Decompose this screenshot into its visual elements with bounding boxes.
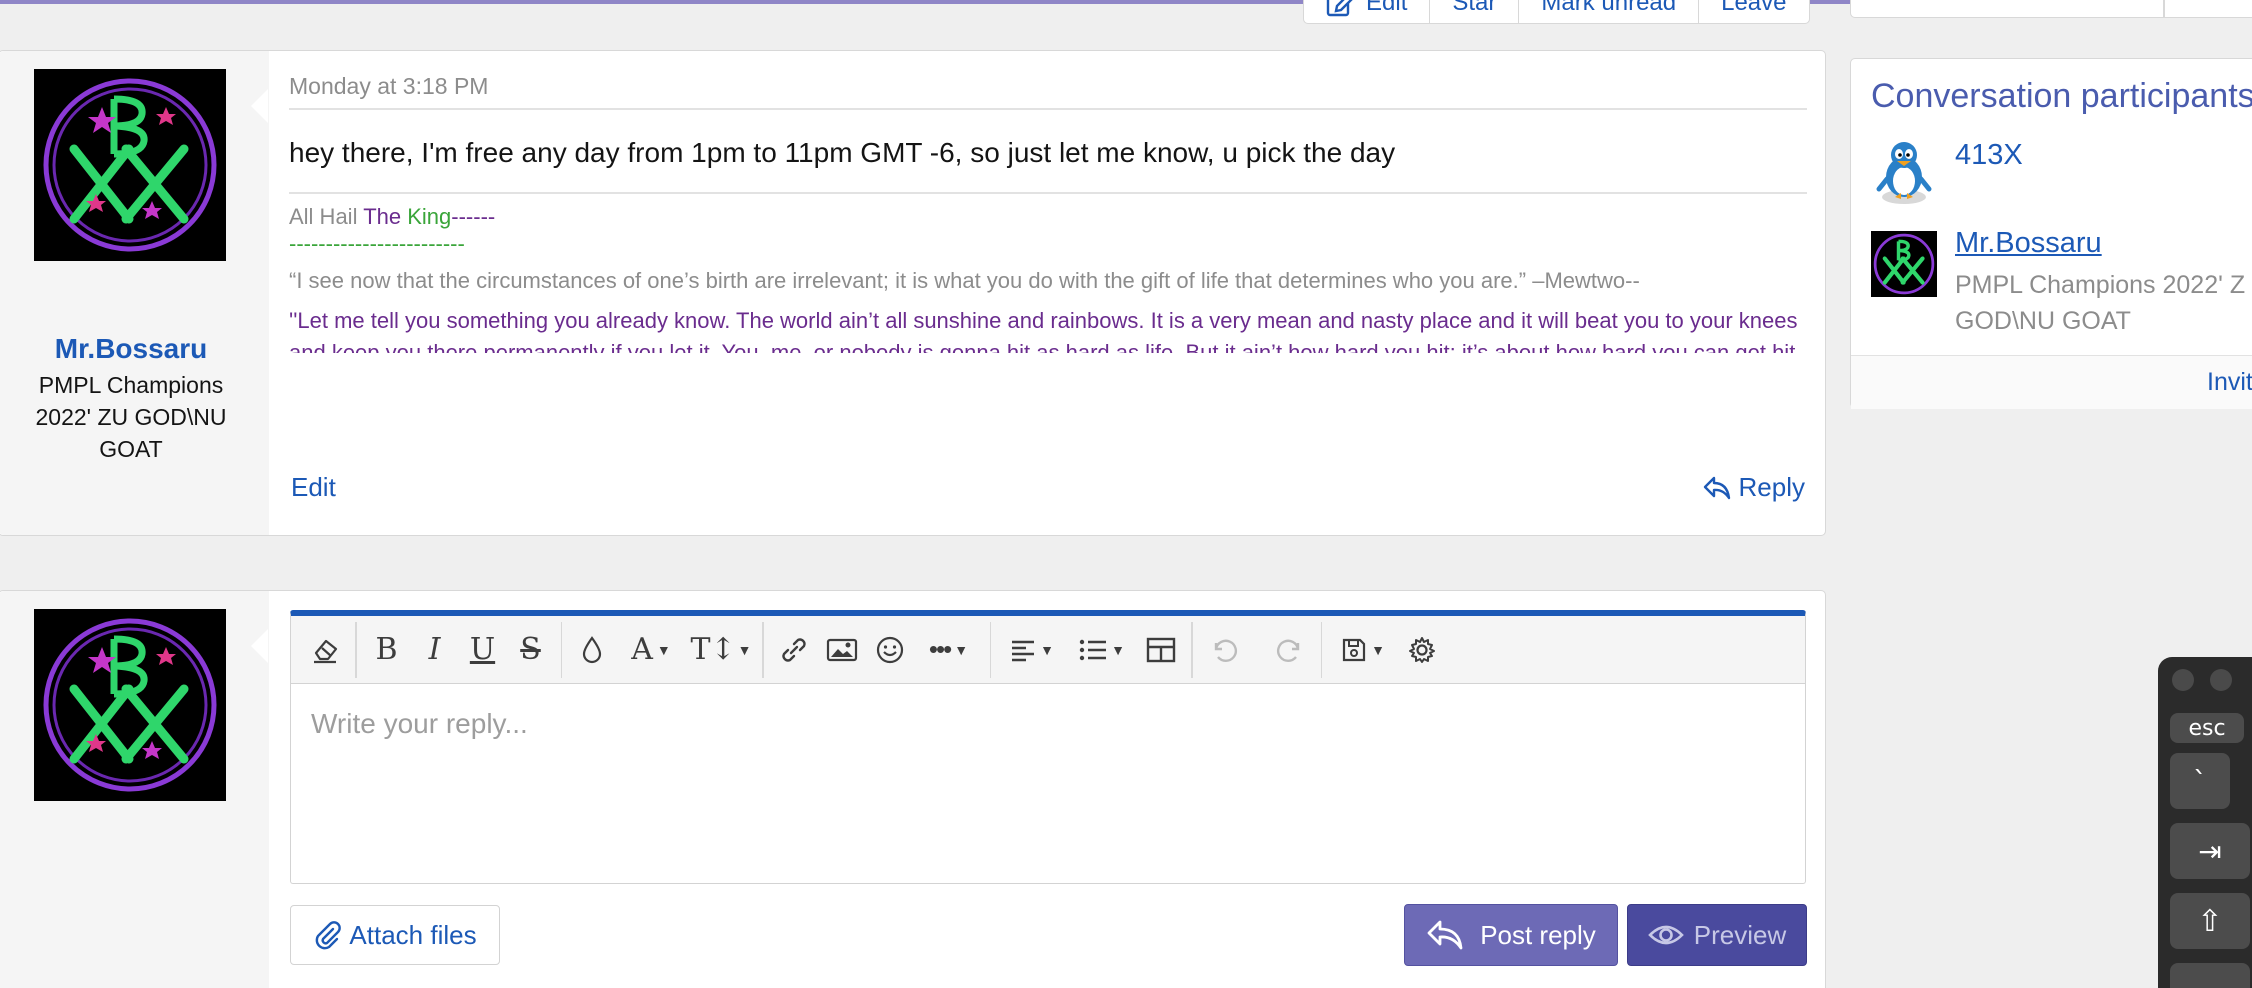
esc-key[interactable]: esc [2170, 713, 2244, 743]
underline-icon[interactable]: U [459, 626, 507, 674]
avatar[interactable] [34, 69, 226, 261]
link-icon[interactable] [770, 626, 818, 674]
participant-title: GOD\NU GOAT [1955, 307, 2131, 335]
image-icon[interactable] [818, 626, 866, 674]
undo-icon[interactable] [1199, 626, 1247, 674]
sig-text: All Hail [289, 204, 364, 229]
reply-link[interactable]: Reply [1703, 472, 1805, 503]
mark-unread-button[interactable]: Mark unread [1518, 0, 1698, 23]
eraser-icon[interactable] [301, 626, 349, 674]
reply-label: Reply [1738, 472, 1805, 502]
attach-files-button[interactable]: Attach files [290, 905, 500, 965]
star-button[interactable]: Star [1429, 0, 1518, 23]
signature-line1: All Hail The King------ [289, 201, 1809, 233]
edit-icon [1326, 0, 1353, 17]
participants-title: Conversation participants [1871, 77, 2252, 115]
avatar-logo-icon [34, 69, 226, 261]
toolbar-separator [989, 621, 991, 678]
preview-label: Preview [1693, 919, 1787, 950]
reply-icon [1427, 920, 1463, 950]
participant-name-link[interactable]: Mr.Bossaru [1955, 227, 2102, 260]
settings-icon[interactable] [1398, 626, 1446, 674]
save-draft-icon[interactable]: ▼ [1328, 626, 1398, 674]
toolbar-separator [355, 621, 357, 678]
toolbar-separator [762, 621, 764, 678]
signature-quote: “I see now that the circumstances of one… [289, 268, 1640, 293]
user-title: PMPL Champions 2022' ZU GOD\NU GOAT [35, 372, 227, 462]
smiley-icon[interactable] [866, 626, 914, 674]
reply-icon [1703, 476, 1730, 499]
message-date[interactable]: Monday at 3:18 PM [289, 73, 488, 100]
editor-placeholder: Write your reply... [311, 708, 528, 739]
conversation-actions: Edit Star Mark unread Leave [1303, 0, 1810, 24]
leave-button[interactable]: Leave [1698, 0, 1808, 23]
eye-icon [1647, 925, 1684, 945]
edit-message-link[interactable]: Edit [291, 472, 336, 503]
signature-line2: ------------------------ [289, 231, 465, 256]
table-icon[interactable] [1137, 626, 1185, 674]
sig-text: The [363, 204, 408, 229]
avatar-logo-icon [1871, 231, 1937, 297]
bold-icon[interactable]: B [363, 626, 411, 674]
backtick-key[interactable]: ` [2170, 753, 2230, 809]
font-family-icon[interactable]: A ▼ [616, 626, 686, 674]
divider [289, 192, 1807, 194]
message-user-column: Mr.Bossaru PMPL Champions 2022' ZU GOD\N… [0, 51, 269, 535]
reply-text-area[interactable]: Write your reply... [291, 684, 1805, 764]
avatar [34, 609, 226, 801]
penguin-avatar-icon [1876, 142, 1932, 204]
invite-link[interactable]: Invit [2207, 368, 2252, 397]
editor-toolbar: B I U S A ▼ T↕ ▼ ••• ▼ ▼ ▼ ▼ [291, 616, 1805, 684]
invite-footer: Invit [1851, 355, 2252, 409]
mark-unread-label: Mark unread [1541, 0, 1677, 16]
avatar[interactable] [1871, 231, 1937, 297]
divider [289, 108, 1807, 110]
paperclip-icon [316, 921, 342, 950]
window-control-dot[interactable] [2172, 669, 2194, 691]
shift-key[interactable]: ⇧ [2170, 893, 2250, 949]
message-pointer [251, 627, 270, 665]
avatar[interactable] [1871, 139, 1937, 205]
edit-conversation-button[interactable]: Edit [1304, 0, 1429, 23]
toolbar-separator [560, 621, 562, 678]
username-link[interactable]: Mr.Bossaru [0, 333, 263, 365]
italic-icon[interactable]: I [411, 626, 459, 674]
preview-button[interactable]: Preview [1627, 904, 1807, 966]
post-reply-label: Post reply [1480, 919, 1596, 950]
signature-quote: ''Let me tell you something you already … [289, 308, 1802, 353]
font-size-icon[interactable]: T↕ ▼ [686, 626, 756, 674]
list-icon[interactable]: ▼ [1067, 626, 1137, 674]
sig-text: ------ [451, 204, 496, 229]
message-pointer [251, 87, 270, 125]
edit-conversation-label: Edit [1366, 0, 1408, 16]
participant-name-link[interactable]: 413X [1955, 139, 2023, 172]
strikethrough-icon[interactable]: S [507, 626, 555, 674]
conversation-message: Mr.Bossaru PMPL Champions 2022' ZU GOD\N… [0, 50, 1826, 536]
message-body: hey there, I'm free any day from 1pm to … [289, 137, 1396, 168]
tab-key[interactable]: ⇥ [2170, 823, 2250, 879]
on-screen-keyboard: esc ` ⇥ ⇧ [2158, 657, 2252, 988]
message-signature: All Hail The King------ ----------------… [289, 201, 1809, 353]
redo-icon[interactable] [1267, 626, 1315, 674]
align-icon[interactable]: ▼ [997, 626, 1067, 674]
sig-text: King [407, 204, 452, 229]
avatar-logo-icon [34, 609, 226, 801]
reply-editor: B I U S A ▼ T↕ ▼ ••• ▼ ▼ ▼ ▼ Write your … [290, 610, 1806, 884]
post-reply-button[interactable]: Post reply [1404, 904, 1618, 966]
more-icon[interactable]: ••• ▼ [914, 626, 984, 674]
conversation-participants-block: Conversation participants 413X Mr.Bossar… [1850, 58, 2252, 409]
star-label: Star [1452, 0, 1497, 16]
window-control-dot[interactable] [2210, 669, 2232, 691]
participant-title: PMPL Champions 2022' Z [1955, 271, 2246, 299]
attach-files-label: Attach files [349, 919, 477, 950]
reply-user-column [0, 591, 269, 988]
color-drop-icon[interactable] [568, 626, 616, 674]
toolbar-separator [1320, 621, 1322, 678]
leave-label: Leave [1721, 0, 1787, 16]
sidebar-top-block [1850, 0, 2252, 18]
toolbar-separator [1191, 621, 1193, 678]
keyboard-key[interactable] [2170, 963, 2250, 988]
